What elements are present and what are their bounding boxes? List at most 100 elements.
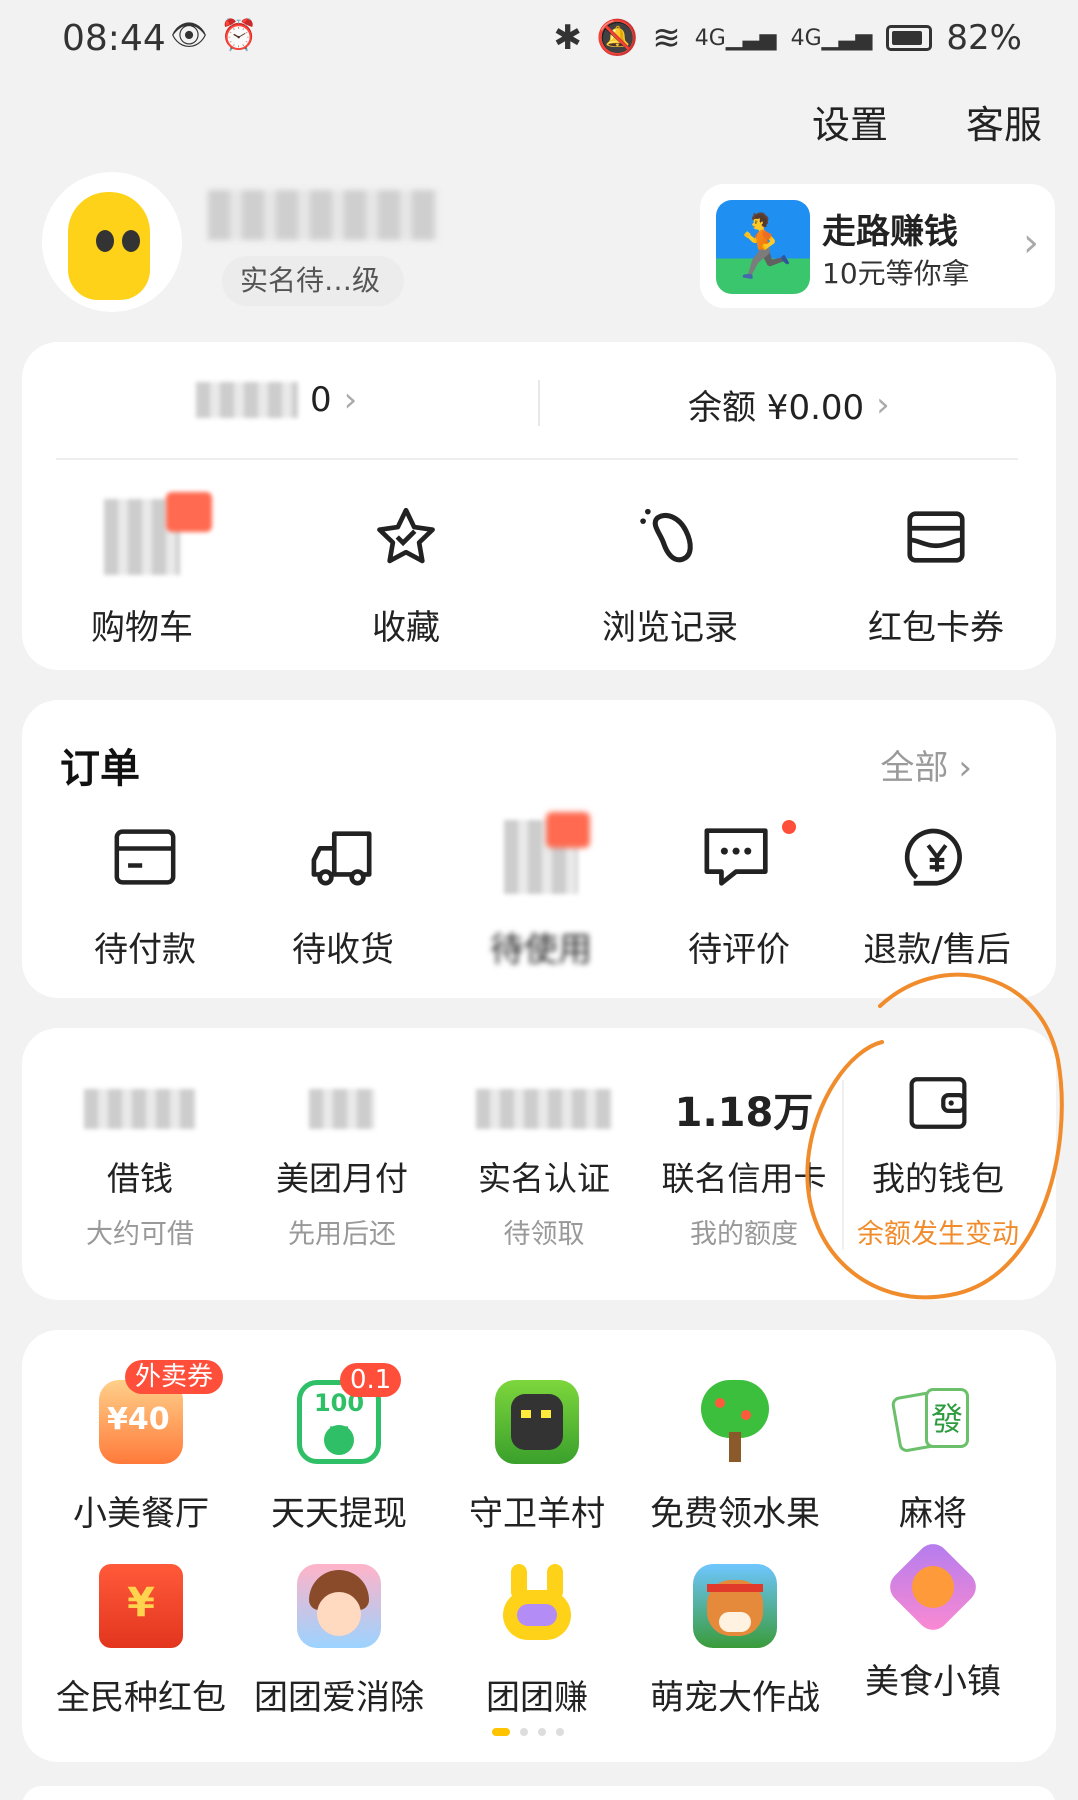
app-label: 团团爱消除 bbox=[254, 1678, 424, 1718]
bunny-gamepad-icon bbox=[495, 1564, 579, 1648]
order-pending-delivery-label: 待收货 bbox=[292, 930, 394, 970]
app-label: 小美餐厅 bbox=[73, 1494, 209, 1534]
fruit-tree-icon bbox=[693, 1380, 777, 1464]
shiba-dog-icon bbox=[693, 1564, 777, 1648]
alarm-icon: ⏰ bbox=[220, 18, 258, 53]
order-pending-review[interactable]: 待评价 bbox=[640, 812, 838, 971]
finance-verify[interactable]: 实名认证 待领取 bbox=[444, 1080, 644, 1251]
finance-borrow[interactable]: 借钱 大约可借 bbox=[40, 1080, 240, 1251]
status-left-icons: 👁 ⏰ bbox=[170, 18, 257, 53]
order-pending-use-label: 待使用 bbox=[490, 930, 592, 970]
quick-history[interactable]: 浏览记录 bbox=[550, 492, 790, 649]
quick-cart-label: 购物车 bbox=[91, 608, 193, 648]
app-label: 麻将 bbox=[899, 1494, 967, 1534]
page-dot bbox=[520, 1728, 528, 1736]
member-level-pill[interactable]: 实名待…级 bbox=[222, 256, 404, 306]
order-pending-payment[interactable]: 待付款 bbox=[46, 812, 244, 971]
app-red-packet-plant[interactable]: ¥ 全民种红包 bbox=[42, 1564, 240, 1719]
page-dot-active bbox=[492, 1728, 510, 1736]
username-blurred[interactable] bbox=[208, 190, 438, 240]
page-indicator bbox=[492, 1728, 564, 1736]
next-card-peek bbox=[22, 1786, 1056, 1800]
app-daily-cashout[interactable]: 100元 0.1 天天提现 bbox=[240, 1363, 438, 1535]
bluetooth-icon: ✱ bbox=[553, 18, 582, 58]
app-label: 美食小镇 bbox=[865, 1662, 1001, 1702]
battery-icon bbox=[886, 25, 933, 51]
finance-monthly-pay[interactable]: 美团月付 先用后还 bbox=[242, 1080, 442, 1251]
order-refund[interactable]: 退款/售后 bbox=[838, 812, 1036, 971]
cart-icon bbox=[22, 492, 262, 582]
quick-history-label: 浏览记录 bbox=[602, 608, 738, 648]
app-free-fruit[interactable]: 免费领水果 bbox=[636, 1380, 834, 1535]
finance-monthly-pay-sub: 先用后还 bbox=[288, 1219, 396, 1250]
wifi-icon: ≋ bbox=[652, 18, 681, 58]
mahjong-tile-icon: 發 bbox=[890, 1380, 975, 1464]
blurred-label bbox=[196, 382, 298, 418]
walk-earn-subtitle: 10元等你拿 bbox=[822, 257, 970, 290]
app-pet-battle[interactable]: 萌宠大作战 bbox=[636, 1564, 834, 1719]
signal-icon-2: 4G▁▃▅ bbox=[790, 25, 873, 51]
girl-avatar-icon bbox=[297, 1564, 381, 1648]
ticket-icon bbox=[442, 812, 640, 902]
chevron-right-icon: › bbox=[343, 380, 358, 420]
customer-service-link[interactable]: 客服 bbox=[966, 94, 1042, 149]
fox-icon bbox=[883, 1537, 983, 1637]
walk-earn-card[interactable]: 🏃 走路赚钱 10元等你拿 › bbox=[700, 184, 1055, 308]
coin-balance[interactable]: 0 › bbox=[196, 380, 357, 420]
chevron-right-icon: › bbox=[1023, 220, 1039, 266]
order-pending-payment-label: 待付款 bbox=[94, 930, 196, 970]
finance-borrow-sub: 大约可借 bbox=[86, 1219, 194, 1250]
chevron-right-icon: › bbox=[876, 384, 890, 425]
running-person-icon: 🏃 bbox=[716, 200, 810, 294]
quick-favorites[interactable]: 收藏 bbox=[286, 492, 526, 649]
red-packet-icon: ¥ bbox=[99, 1564, 183, 1648]
orders-all-link[interactable]: 全部 › bbox=[880, 740, 972, 789]
page-dot bbox=[538, 1728, 546, 1736]
finance-borrow-label: 借钱 bbox=[107, 1159, 173, 1198]
divider bbox=[538, 380, 540, 426]
avatar[interactable] bbox=[42, 172, 182, 312]
orders-title: 订单 bbox=[60, 746, 140, 792]
walk-earn-title: 走路赚钱 bbox=[822, 212, 958, 252]
notification-dot bbox=[782, 820, 796, 834]
page-dot bbox=[556, 1728, 564, 1736]
app-label: 天天提现 bbox=[271, 1494, 407, 1534]
wallet-card-icon bbox=[816, 492, 1056, 582]
star-icon bbox=[286, 492, 526, 582]
restaurant-coupon-icon: ¥40 外卖券 bbox=[99, 1360, 224, 1464]
quick-coupons-label: 红包卡券 bbox=[868, 608, 1004, 648]
annotation-circle bbox=[805, 972, 1064, 1300]
app-tuantuan-match[interactable]: 团团爱消除 bbox=[240, 1564, 438, 1719]
truck-icon bbox=[244, 812, 442, 902]
wallet-balance[interactable]: 余额 ¥0.00 › bbox=[688, 380, 890, 429]
app-xiaomei-restaurant[interactable]: ¥40 外卖券 小美餐厅 bbox=[42, 1360, 240, 1535]
quick-coupons[interactable]: 红包卡券 bbox=[816, 492, 1056, 649]
app-tuantuan-earn[interactable]: 团团赚 bbox=[438, 1564, 636, 1719]
app-label: 团团赚 bbox=[486, 1678, 588, 1718]
app-food-town[interactable]: 美食小镇 bbox=[834, 1537, 1032, 1703]
app-badge: 0.1 bbox=[340, 1363, 402, 1397]
app-badge: 外卖券 bbox=[125, 1360, 224, 1394]
app-mahjong[interactable]: 發 麻将 bbox=[834, 1380, 1032, 1535]
quick-cart[interactable]: 购物车 bbox=[22, 492, 262, 649]
mute-icon: 🔕 bbox=[595, 18, 639, 58]
chevron-right-icon: › bbox=[958, 748, 972, 788]
quick-favorites-label: 收藏 bbox=[372, 608, 440, 648]
app-label: 全民种红包 bbox=[56, 1678, 226, 1718]
app-guard-sheep-village[interactable]: 守卫羊村 bbox=[438, 1380, 636, 1535]
app-label: 守卫羊村 bbox=[469, 1494, 605, 1534]
app-label: 萌宠大作战 bbox=[650, 1678, 820, 1718]
refund-icon bbox=[838, 812, 1036, 902]
footprint-icon bbox=[550, 492, 790, 582]
order-pending-delivery[interactable]: 待收货 bbox=[244, 812, 442, 971]
chat-bubble-icon bbox=[640, 812, 838, 902]
order-pending-use[interactable]: 待使用 bbox=[442, 812, 640, 971]
divider bbox=[56, 458, 1018, 460]
wallet-balance-label: 余额 ¥0.00 bbox=[688, 388, 865, 428]
status-right-icons: ✱ 🔕 ≋ 4G▁▃▅ 4G▁▃▅ 82% bbox=[553, 18, 1022, 58]
signal-icon: 4G▁▃▅ bbox=[694, 25, 777, 51]
wolf-game-icon bbox=[495, 1380, 579, 1464]
settings-link[interactable]: 设置 bbox=[812, 94, 888, 149]
card-icon bbox=[46, 812, 244, 902]
cash-icon: 100元 0.1 bbox=[297, 1363, 402, 1464]
